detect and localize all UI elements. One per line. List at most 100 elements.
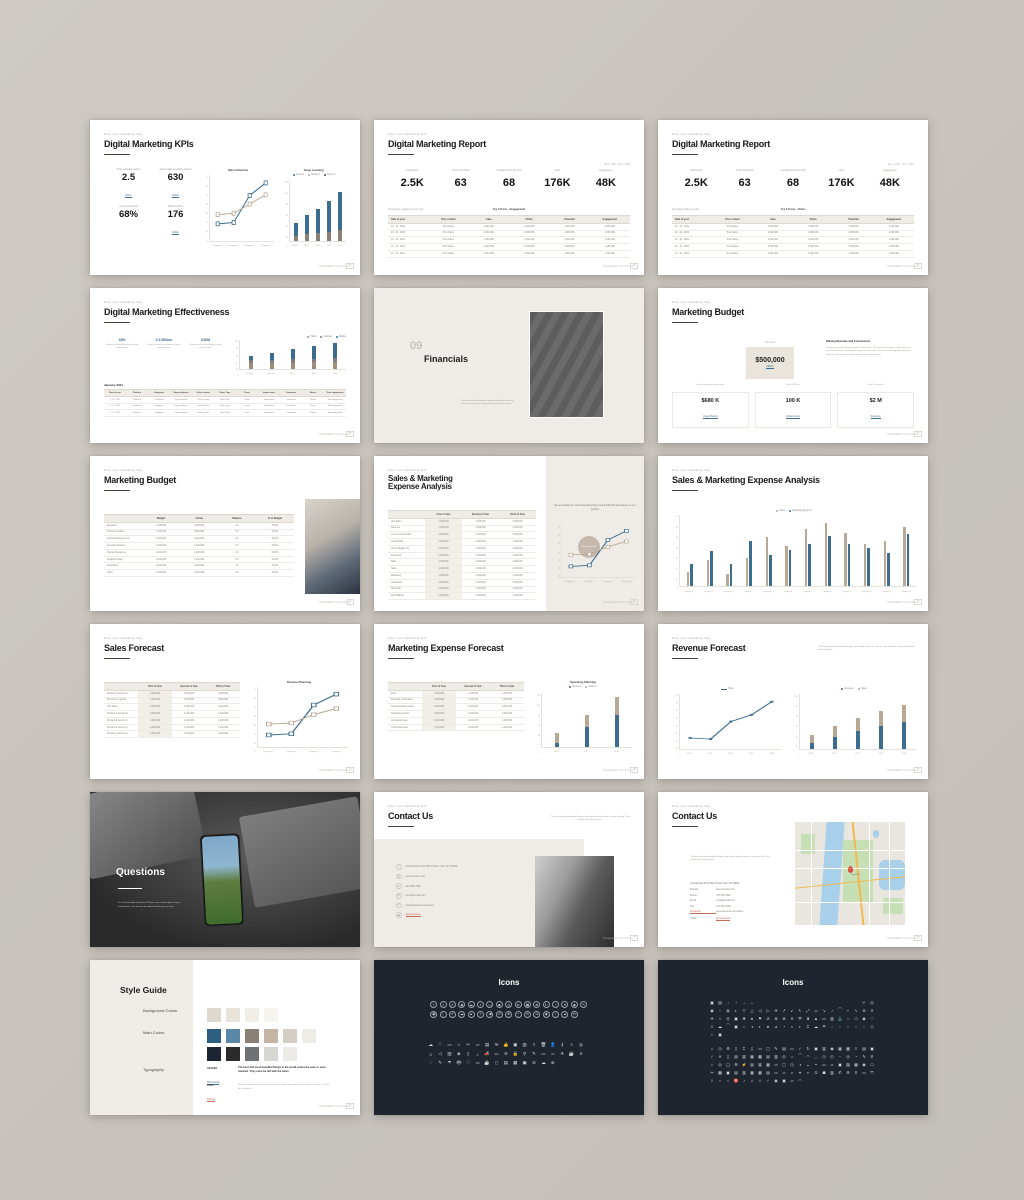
twitter-icon[interactable]: t — [439, 1001, 447, 1009]
leaf-icon[interactable]: ♧ — [844, 1014, 852, 1022]
stack-icon[interactable]: ▥ — [740, 1068, 748, 1076]
check-icon[interactable]: ✔ — [448, 1001, 456, 1009]
thumbs-up-icon[interactable]: 👍 — [501, 1040, 510, 1049]
magnify-icon[interactable]: ⌕ — [804, 1068, 812, 1076]
pin-icon[interactable]: ⚲ — [520, 1049, 529, 1058]
top-posts-table[interactable]: Date of post Post content Likes Clicks Poten… — [672, 215, 914, 258]
calc-icon[interactable]: ▩ — [756, 1068, 764, 1076]
slide-revenue-forecast[interactable]: Enter your subheading here Revenue Forec… — [658, 624, 928, 779]
glass-icon[interactable]: ♈ — [732, 1076, 740, 1084]
flag-icon[interactable]: ⚑ — [756, 1014, 764, 1022]
slide-sales-marketing-expense-analysis-table[interactable]: Enter your subheading here Sales & Marke… — [374, 456, 644, 611]
folder-open-icon[interactable]: ▥ — [740, 1052, 748, 1060]
eye-icon[interactable]: 👁 — [454, 1059, 463, 1068]
text-icon[interactable]: t — [477, 1010, 485, 1018]
slide-contact-us-info[interactable]: Enter your subheading here Contact Us "T… — [374, 792, 644, 947]
trash-icon[interactable]: 🗑 — [539, 1040, 548, 1049]
aperture-icon[interactable]: ◉ — [828, 1044, 836, 1052]
effectiveness-table[interactable]: Date of post Platform Categories Target au… — [104, 389, 346, 418]
wave-icon[interactable]: ∿ — [852, 1006, 860, 1014]
window-icon[interactable]: ▣ — [812, 1044, 820, 1052]
smile-icon[interactable]: ☺ — [426, 1049, 435, 1058]
delete-icon[interactable]: ✕ — [716, 1052, 724, 1060]
info-icon[interactable]: i — [439, 1010, 447, 1018]
tablet2-icon[interactable]: ▭ — [820, 1060, 828, 1068]
globe-icon[interactable]: ◎ — [780, 1052, 788, 1060]
battery2-icon[interactable]: ▭ — [860, 1068, 868, 1076]
chevron-right-icon[interactable]: ▷ — [764, 1006, 772, 1014]
circle3-icon[interactable]: ◉ — [860, 1060, 868, 1068]
record-icon[interactable]: ◉ — [708, 1006, 716, 1014]
grid2-icon[interactable]: ▦ — [852, 1060, 860, 1068]
book-icon[interactable]: ▥ — [520, 1040, 529, 1049]
speech-icon[interactable]: ♡ — [464, 1059, 473, 1068]
slide-digital-marketing-kpis[interactable]: Enter your subheading here Digital Marke… — [90, 120, 360, 275]
music-note-icon[interactable]: ♪ — [828, 1006, 836, 1014]
pie-icon[interactable]: ◔ — [552, 1001, 560, 1009]
tag2-icon[interactable]: ▱ — [788, 1076, 796, 1084]
keyboard-icon[interactable]: ▦ — [511, 1059, 520, 1068]
image-icon[interactable]: ▣ — [836, 1060, 844, 1068]
umbrella-icon[interactable]: ☂ — [445, 1059, 454, 1068]
curve-icon[interactable]: ◡ — [812, 1052, 820, 1060]
award-icon[interactable]: ♛ — [804, 1014, 812, 1022]
folder-icon[interactable]: ▤ — [732, 1052, 740, 1060]
layout-icon[interactable]: ▱ — [828, 1060, 836, 1068]
cancel-icon[interactable]: ⊗ — [780, 1014, 788, 1022]
filled-circle-icon[interactable]: ◍ — [724, 1006, 732, 1014]
dotted-circle-icon[interactable]: ◌ — [716, 1006, 724, 1014]
slide-marketing-expense-forecast[interactable]: Enter your subheading here Marketing Exp… — [374, 624, 644, 779]
thermometer-icon[interactable]: ⌶ — [804, 1022, 812, 1030]
note-icon[interactable]: ▭ — [788, 1044, 796, 1052]
ex-icon[interactable]: ✕ — [788, 1014, 796, 1022]
return-icon[interactable]: ↵ — [860, 998, 868, 1006]
circle-icon[interactable]: ◎ — [868, 998, 876, 1006]
music-icon[interactable]: ♪ — [473, 1049, 482, 1058]
slide-icons-2[interactable]: Icons ▣ ▤ ↓ ↑ → ↔ ↵ ◎ ◉ ◌ ◍ ◐ ▽ △ ◁ ▷ ✛ … — [658, 960, 928, 1115]
expand-icon[interactable]: ⤢ — [804, 1006, 812, 1014]
bolt-icon[interactable]: ⚡ — [740, 1060, 748, 1068]
moon-last-icon[interactable]: ◗ — [796, 1022, 804, 1030]
alarm-icon[interactable]: ◴ — [828, 1052, 836, 1060]
minus-icon[interactable]: ⊖ — [514, 1001, 522, 1009]
zoom-icon[interactable]: ⌖ — [796, 1068, 804, 1076]
arrow-ne-icon[interactable]: ↗ — [780, 1006, 788, 1014]
lollipop-icon[interactable]: ⚲ — [868, 1052, 876, 1060]
layers-icon[interactable]: ▤ — [732, 1068, 740, 1076]
pencil-icon[interactable]: ✎ — [529, 1049, 538, 1058]
arrow-down-icon[interactable]: ↓ — [724, 998, 732, 1006]
settings-icon[interactable]: ◎ — [576, 1040, 585, 1049]
tree-icon[interactable]: ▲ — [812, 1014, 820, 1022]
paperclip-icon[interactable]: ⊘ — [764, 1014, 772, 1022]
bracket-icon[interactable]: ⌐ — [844, 1006, 852, 1014]
note3-icon[interactable]: ♫ — [748, 1076, 756, 1084]
device-icon[interactable]: ▩ — [716, 1068, 724, 1076]
block-icon[interactable]: ⊘ — [529, 1059, 538, 1068]
laptop-icon[interactable]: ▭ — [539, 1049, 548, 1058]
minus-icon[interactable]: − — [836, 1052, 844, 1060]
car-icon[interactable]: ▭ — [820, 1014, 828, 1022]
slide-icons-1[interactable]: Icons f t ✔ ◉ ☁ f ▭ ◆ ◎ ⊖ ▦ ⊕ ↻ ◔ ♥ ◉ ✎ … — [374, 960, 644, 1115]
location-map[interactable]: Central Park — [795, 822, 905, 925]
monitor-icon[interactable]: ▭ — [445, 1040, 454, 1049]
moon-waning-icon[interactable]: ◔ — [780, 1022, 788, 1030]
shield-icon[interactable]: ⛨ — [796, 1014, 804, 1022]
coffee-icon[interactable]: ☕ — [567, 1049, 576, 1058]
slide-digital-marketing-report-engagement[interactable]: Enter your subheading here Digital Marke… — [374, 120, 644, 275]
moon-waxing-icon[interactable]: ◑ — [748, 1022, 756, 1030]
star-icon[interactable]: ☆ — [756, 1076, 764, 1084]
slice-icon[interactable]: ◔ — [852, 1052, 860, 1060]
move-icon[interactable]: ✛ — [708, 1014, 716, 1022]
half-circle-icon[interactable]: ◐ — [732, 1006, 740, 1014]
folder-icon[interactable]: ▣ — [520, 1059, 529, 1068]
mail-icon[interactable]: ✉ — [523, 1010, 531, 1018]
slide-questions[interactable]: Questions Do You Have Any Questions? Ple… — [90, 792, 360, 947]
arrow-icon-grid[interactable]: ▣ ▤ ↓ ↑ → ↔ ↵ ◎ ◉ ◌ ◍ ◐ ▽ △ ◁ ▷ ✛ ↗ ↙ ↖ … — [708, 998, 883, 1038]
drop-icon[interactable]: ◊ — [708, 1022, 716, 1030]
arc2-icon[interactable]: ◠ — [796, 1076, 804, 1084]
budget-table[interactable]: Budget Actual Balance% of Budget Research 1… — [104, 514, 294, 578]
wifi-icon[interactable]: ≋ — [501, 1049, 510, 1058]
box-icon[interactable]: ▣ — [732, 1014, 740, 1022]
diamond-icon[interactable]: ◆ — [495, 1001, 503, 1009]
object-icon-grid[interactable]: ⌂ ◷ ⚙ ▯ ⌶ ▯ ▭ ▢ ✎ ▤ ▭ ✓ ↻ ▣ ▥ ◉ ▦ ▩ ⌑ ▤ … — [708, 1044, 883, 1084]
